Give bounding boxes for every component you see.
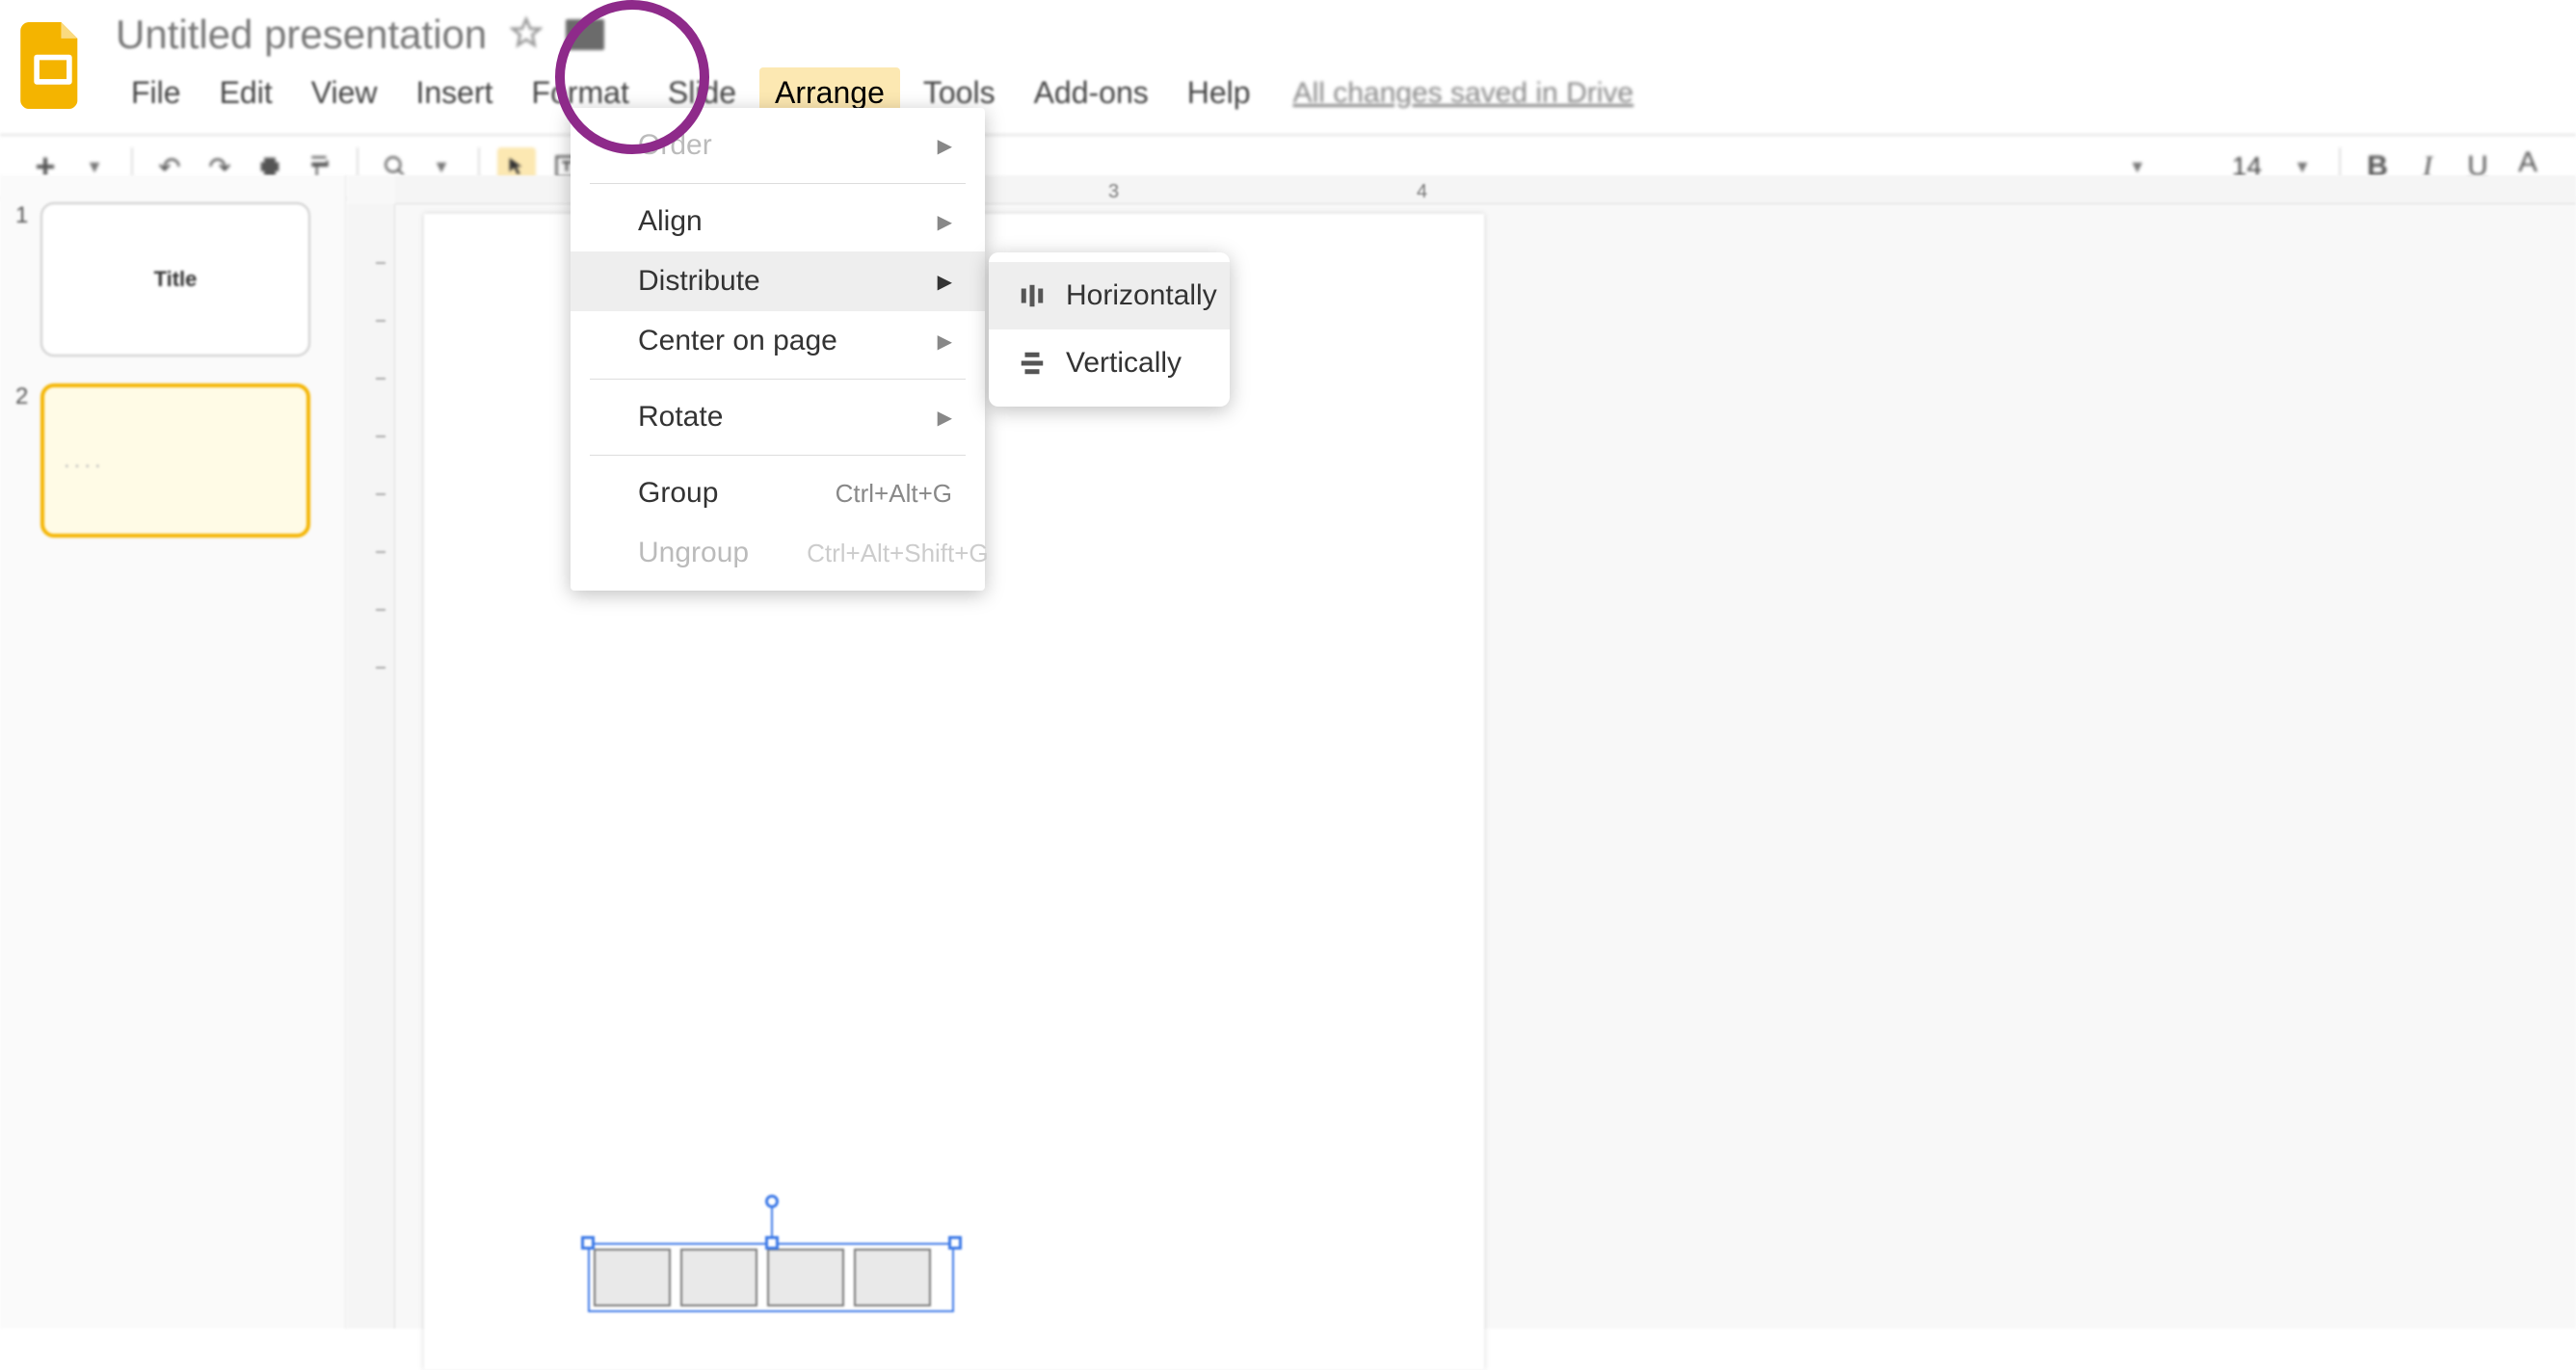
menu-edit[interactable]: Edit <box>204 67 288 119</box>
workspace: 1 Title 2 .... 3 4 <box>0 175 2576 1329</box>
slide-thumbnails-panel: 1 Title 2 .... <box>0 175 347 1329</box>
menu-view[interactable]: View <box>296 67 393 119</box>
doc-title[interactable]: Untitled presentation <box>116 12 487 58</box>
submenu-item-vertically[interactable]: Vertically <box>989 329 1230 397</box>
thumbnail-slide-2[interactable]: .... <box>40 383 310 538</box>
shape-rect[interactable] <box>854 1249 931 1306</box>
thumbnail-slide-1[interactable]: Title <box>40 202 310 356</box>
vertical-ruler <box>347 204 395 1329</box>
menu-item-label: Center on page <box>638 325 837 357</box>
menu-item-ungroup[interactable]: Ungroup Ctrl+Alt+Shift+G <box>571 523 985 583</box>
menu-item-order[interactable]: Order ▶ <box>571 116 985 175</box>
menu-file[interactable]: File <box>116 67 197 119</box>
distribute-submenu: Horizontally Vertically <box>989 252 1230 407</box>
menu-item-group[interactable]: Group Ctrl+Alt+G <box>571 463 985 523</box>
menu-item-label: Group <box>638 477 718 510</box>
ruler-mark: 3 <box>1108 181 1119 203</box>
thumbnail-row[interactable]: 2 .... <box>0 370 345 551</box>
menu-separator <box>590 455 966 456</box>
menu-item-shortcut: Ctrl+Alt+Shift+G <box>807 539 989 568</box>
menu-item-label: Order <box>638 129 712 162</box>
submenu-item-label: Horizontally <box>1066 279 1217 312</box>
thumbnail-row[interactable]: 1 Title <box>0 189 345 370</box>
menu-item-rotate[interactable]: Rotate ▶ <box>571 387 985 447</box>
distribute-vertical-icon <box>1018 349 1047 378</box>
menu-item-label: Distribute <box>638 265 760 298</box>
submenu-arrow-icon: ▶ <box>938 270 952 294</box>
submenu-arrow-icon: ▶ <box>938 210 952 234</box>
thumbnail-number: 1 <box>15 202 40 229</box>
submenu-arrow-icon: ▶ <box>938 329 952 354</box>
shape-rect[interactable] <box>767 1249 844 1306</box>
doc-title-row: Untitled presentation <box>116 12 1633 58</box>
menu-item-center-on-page[interactable]: Center on page ▶ <box>571 311 985 371</box>
menu-addons[interactable]: Add-ons <box>1019 67 1164 119</box>
shape-rect[interactable] <box>680 1249 757 1306</box>
menu-item-distribute[interactable]: Distribute ▶ <box>571 251 985 311</box>
menu-separator <box>590 379 966 380</box>
distribute-horizontal-icon <box>1018 281 1047 310</box>
thumbnail-label: .... <box>64 447 105 474</box>
submenu-arrow-icon: ▶ <box>938 134 952 158</box>
thumbnail-label: Title <box>154 267 198 292</box>
arrange-menu-dropdown: Order ▶ Align ▶ Distribute ▶ Center on p… <box>571 108 985 591</box>
star-icon[interactable] <box>510 16 543 54</box>
menu-item-label: Align <box>638 205 703 238</box>
menu-item-label: Rotate <box>638 401 723 434</box>
thumbnail-number: 2 <box>15 383 40 410</box>
slides-app-icon <box>19 22 87 109</box>
shape-rect[interactable] <box>594 1249 671 1306</box>
selected-shapes-group[interactable] <box>588 1243 954 1312</box>
menu-item-label: Ungroup <box>638 537 749 569</box>
submenu-item-label: Vertically <box>1066 347 1182 380</box>
move-to-folder-icon[interactable] <box>566 19 604 50</box>
menu-item-shortcut: Ctrl+Alt+G <box>836 479 952 509</box>
titlebar: Untitled presentation File Edit View Ins… <box>0 0 2576 119</box>
menu-help[interactable]: Help <box>1172 67 1266 119</box>
ruler-mark: 4 <box>1417 181 1427 203</box>
save-status[interactable]: All changes saved in Drive <box>1293 77 1634 110</box>
menu-separator <box>590 183 966 184</box>
menu-insert[interactable]: Insert <box>400 67 508 119</box>
menu-item-align[interactable]: Align ▶ <box>571 192 985 251</box>
submenu-item-horizontally[interactable]: Horizontally <box>989 262 1230 329</box>
submenu-arrow-icon: ▶ <box>938 406 952 430</box>
